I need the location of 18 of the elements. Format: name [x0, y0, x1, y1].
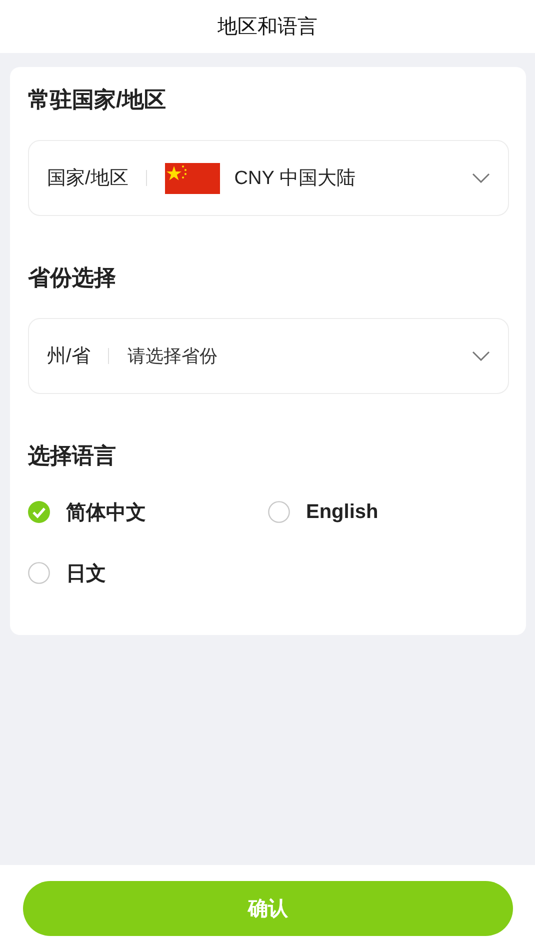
province-select[interactable]: 州/省 请选择省份 [28, 318, 509, 394]
page-title: 地区和语言 [218, 15, 318, 40]
radio-button[interactable] [28, 562, 50, 584]
field-label: 国家/地区 [47, 167, 128, 191]
language-label: 简体中文 [66, 500, 146, 526]
field-value: CNY 中国大陆 [234, 167, 356, 191]
section-title: 选择语言 [28, 443, 117, 469]
chevron-down-icon [472, 173, 490, 183]
province-input[interactable]: 请选择省份 [127, 346, 472, 366]
country-select[interactable]: 国家/地区 CNY 中国大陆 [28, 140, 509, 216]
radio-button[interactable] [28, 501, 50, 523]
section-title: 常驻国家/地区 [28, 87, 168, 113]
chevron-down-icon [472, 351, 490, 361]
field-label: 州/省 [47, 345, 90, 369]
language-label: 日文 [66, 562, 106, 586]
radio-button[interactable] [268, 501, 290, 523]
language-label: English [306, 500, 378, 524]
section-title: 省份选择 [28, 265, 117, 291]
